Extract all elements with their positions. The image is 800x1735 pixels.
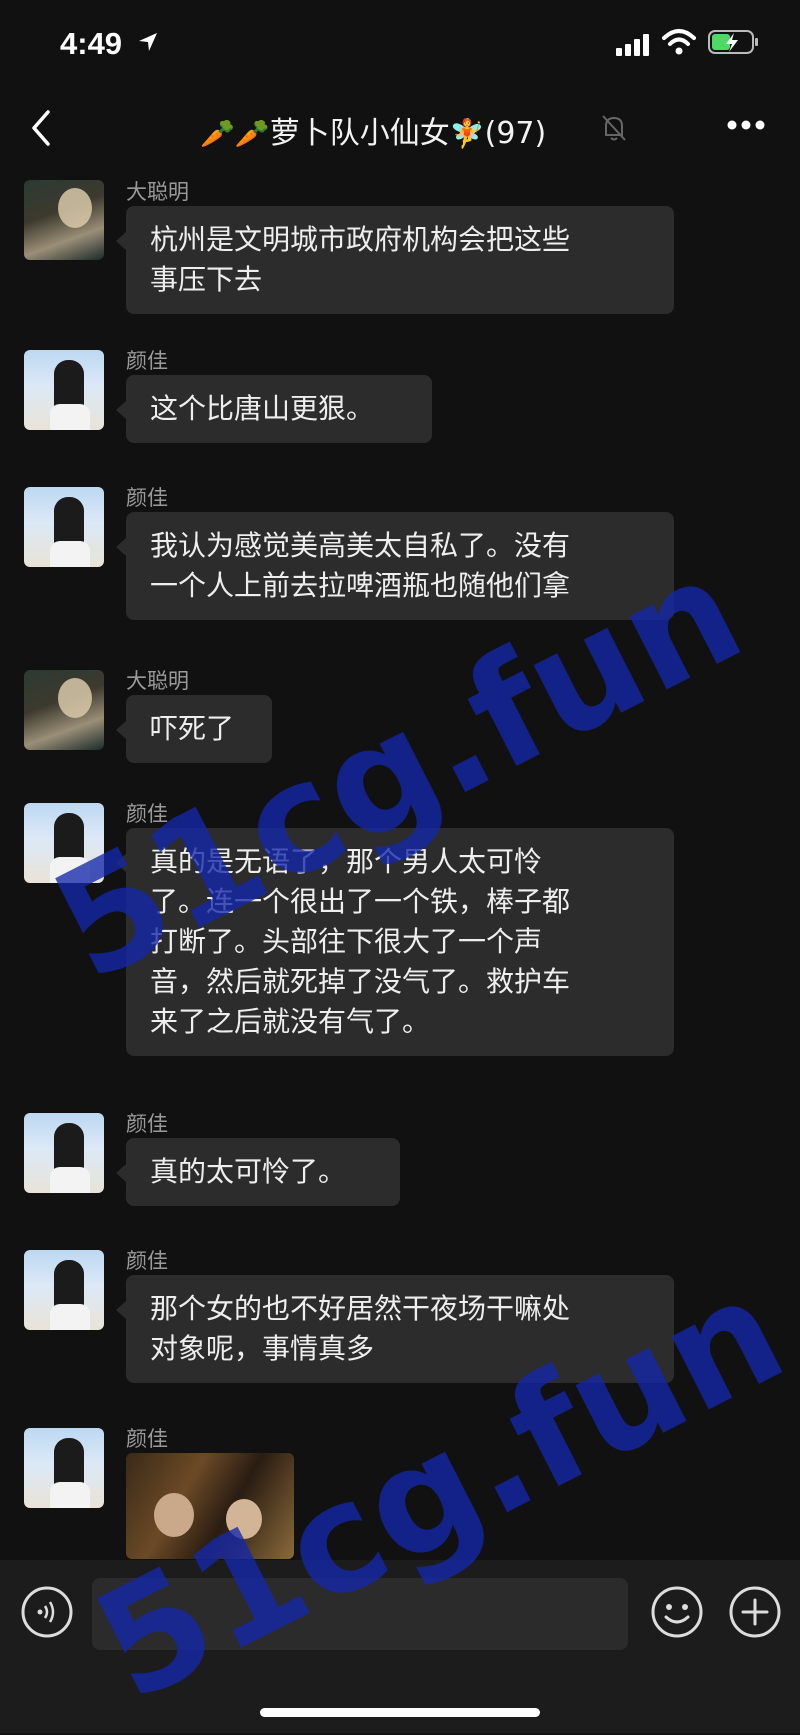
message-line: 这个比唐山更狠。 (150, 392, 375, 425)
message-bubble[interactable]: 真的太可怜了。 (116, 1138, 400, 1206)
add-attachment-icon[interactable] (728, 1585, 782, 1643)
avatar[interactable] (24, 1113, 104, 1193)
message-line: 真的是无语了，那个男人太可怜 (150, 845, 543, 878)
avatar[interactable] (24, 180, 104, 260)
image-message[interactable] (126, 1453, 294, 1559)
avatar[interactable] (24, 350, 104, 430)
sender-name: 颜佳 (126, 349, 168, 373)
sender-name: 颜佳 (126, 1427, 168, 1451)
message-line: 真的太可怜了。 (150, 1155, 347, 1188)
message-list[interactable]: 大聪明 杭州是文明城市政府机构会把这些 事压下去 颜佳 这个比唐山更狠。 颜佳 … (0, 170, 800, 1560)
message-bubble[interactable]: 这个比唐山更狠。 (116, 375, 432, 443)
sender-name: 颜佳 (126, 1112, 168, 1136)
message-line: 打断了。头部往下很大了一个声 (150, 925, 543, 958)
sender-name: 颜佳 (126, 1249, 168, 1273)
message-line: 杭州是文明城市政府机构会把这些 (150, 223, 571, 256)
member-count: (97) (484, 116, 547, 151)
sender-name: 颜佳 (126, 486, 168, 510)
battery-charging-icon (708, 28, 760, 60)
message-line: 了。连一个很出了一个铁，棒子都 (150, 885, 571, 918)
message-line: 对象呢，事情真多 (150, 1332, 375, 1365)
sender-name: 大聪明 (126, 180, 189, 204)
more-options-icon[interactable] (726, 116, 766, 135)
sender-name: 颜佳 (126, 802, 168, 826)
fairy-emoji: 🧚 (449, 117, 485, 150)
group-name: 萝卜队小仙女 (269, 116, 450, 151)
avatar[interactable] (24, 487, 104, 567)
chat-header: 🥕🥕萝卜队小仙女🧚(97) (0, 88, 800, 170)
message-bubble[interactable]: 杭州是文明城市政府机构会把这些 事压下去 (116, 206, 674, 314)
message-line: 音，然后就死掉了没气了。救护车 (150, 965, 571, 998)
cellular-signal-icon (616, 34, 652, 60)
avatar[interactable] (24, 803, 104, 883)
status-bar: 4:49 (0, 0, 800, 88)
carrot-emoji: 🥕🥕 (200, 117, 270, 150)
message-bubble[interactable]: 真的是无语了，那个男人太可怜 了。连一个很出了一个铁，棒子都 打断了。头部往下很… (116, 828, 674, 1056)
message-line: 我认为感觉美高美太自私了。没有 (150, 529, 571, 562)
back-arrow-icon[interactable] (28, 108, 54, 152)
avatar[interactable] (24, 1428, 104, 1508)
home-indicator (260, 1708, 540, 1717)
message-line: 来了之后就没有气了。 (150, 1005, 431, 1038)
mute-bell-icon (600, 113, 628, 147)
sender-name: 大聪明 (126, 669, 189, 693)
message-bubble[interactable]: 我认为感觉美高美太自私了。没有 一个人上前去拉啤酒瓶也随他们拿 (116, 512, 674, 620)
message-line: 那个女的也不好居然干夜场干嘛处 (150, 1292, 571, 1325)
voice-input-icon[interactable] (20, 1585, 74, 1643)
message-line: 吓死了 (150, 712, 235, 745)
message-bubble[interactable]: 那个女的也不好居然干夜场干嘛处 对象呢，事情真多 (116, 1275, 674, 1383)
status-time: 4:49 (60, 26, 123, 61)
message-line: 一个人上前去拉啤酒瓶也随他们拿 (150, 569, 571, 602)
input-bar (0, 1560, 800, 1733)
message-bubble[interactable]: 吓死了 (116, 695, 272, 763)
message-line: 事压下去 (150, 263, 263, 296)
wifi-icon (662, 28, 696, 60)
avatar[interactable] (24, 1250, 104, 1330)
message-input[interactable] (92, 1578, 628, 1650)
avatar[interactable] (24, 670, 104, 750)
group-title[interactable]: 🥕🥕萝卜队小仙女🧚(97) (200, 108, 640, 152)
emoji-icon[interactable] (650, 1585, 704, 1643)
location-arrow-icon (137, 31, 159, 57)
